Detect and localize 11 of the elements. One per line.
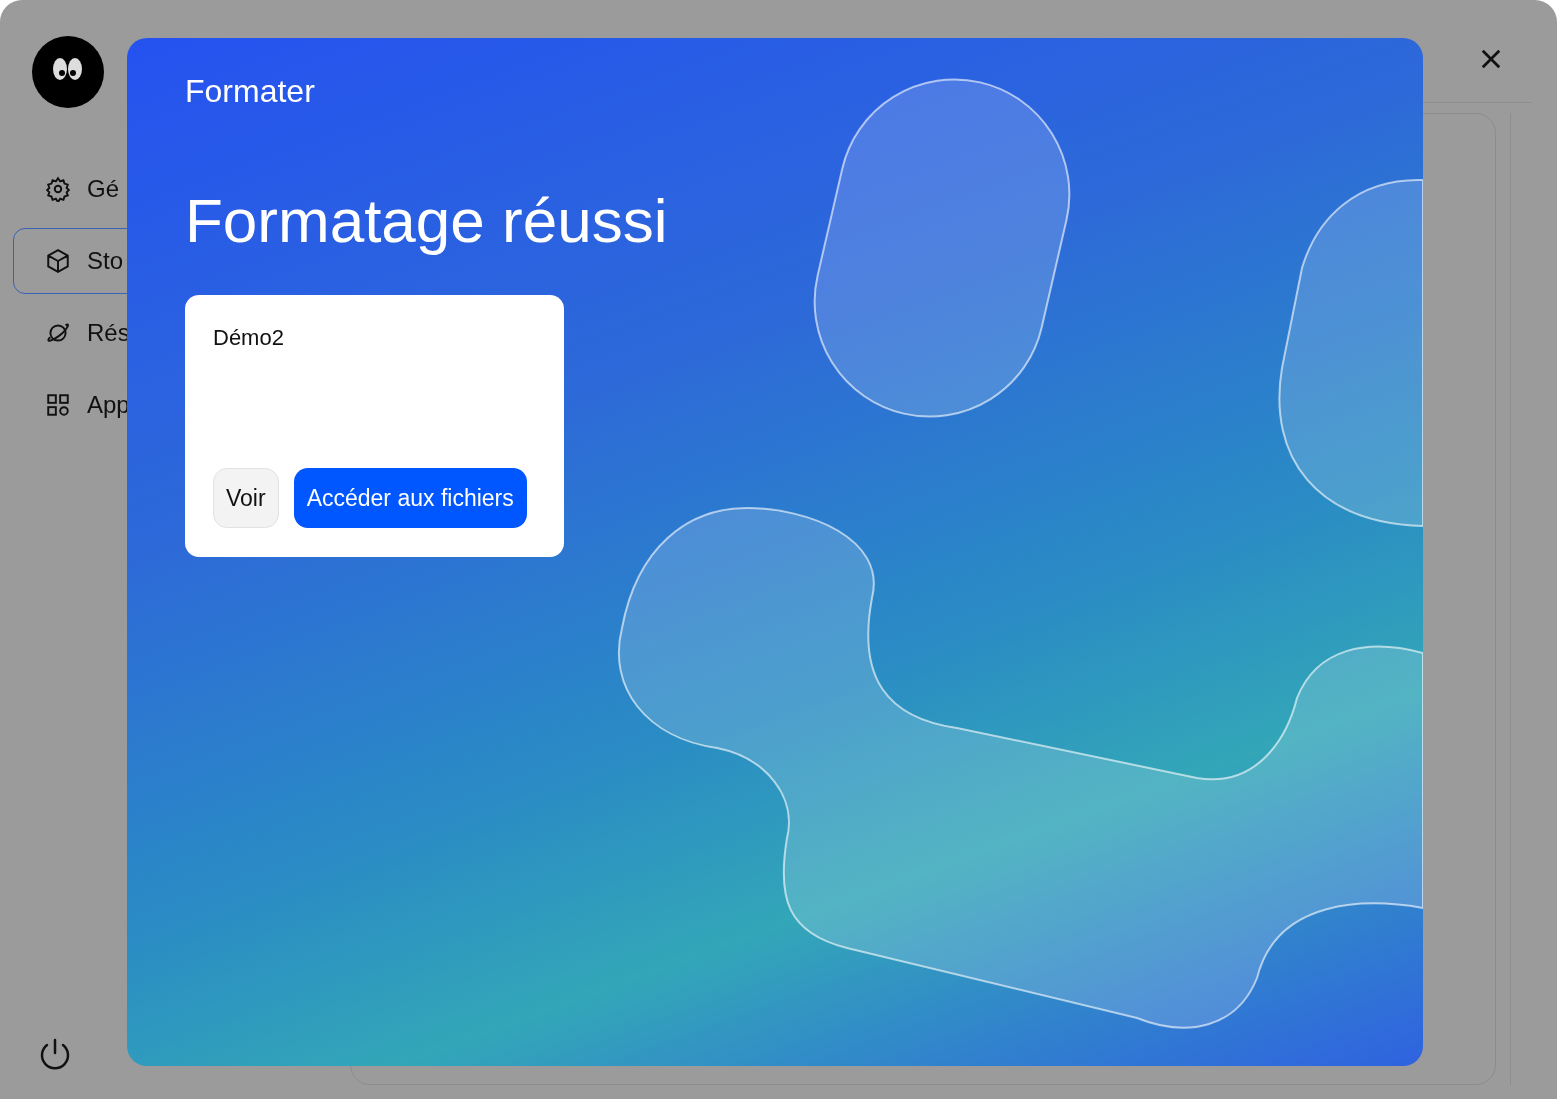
sidebar-item[interactable]: Rés [13, 300, 213, 366]
open-files-button[interactable]: Accéder aux fichiers [293, 468, 527, 528]
view-button[interactable]: Voir [213, 468, 279, 528]
close-icon[interactable] [1480, 48, 1502, 70]
dialog-title: Formater [185, 72, 316, 111]
gear-icon [45, 176, 71, 202]
volume-name: Démo2 [213, 325, 285, 351]
avatar-icon [32, 36, 104, 108]
cube-icon [45, 248, 71, 274]
sidebar-item[interactable]: App [13, 372, 213, 438]
grid-icon [45, 392, 71, 418]
